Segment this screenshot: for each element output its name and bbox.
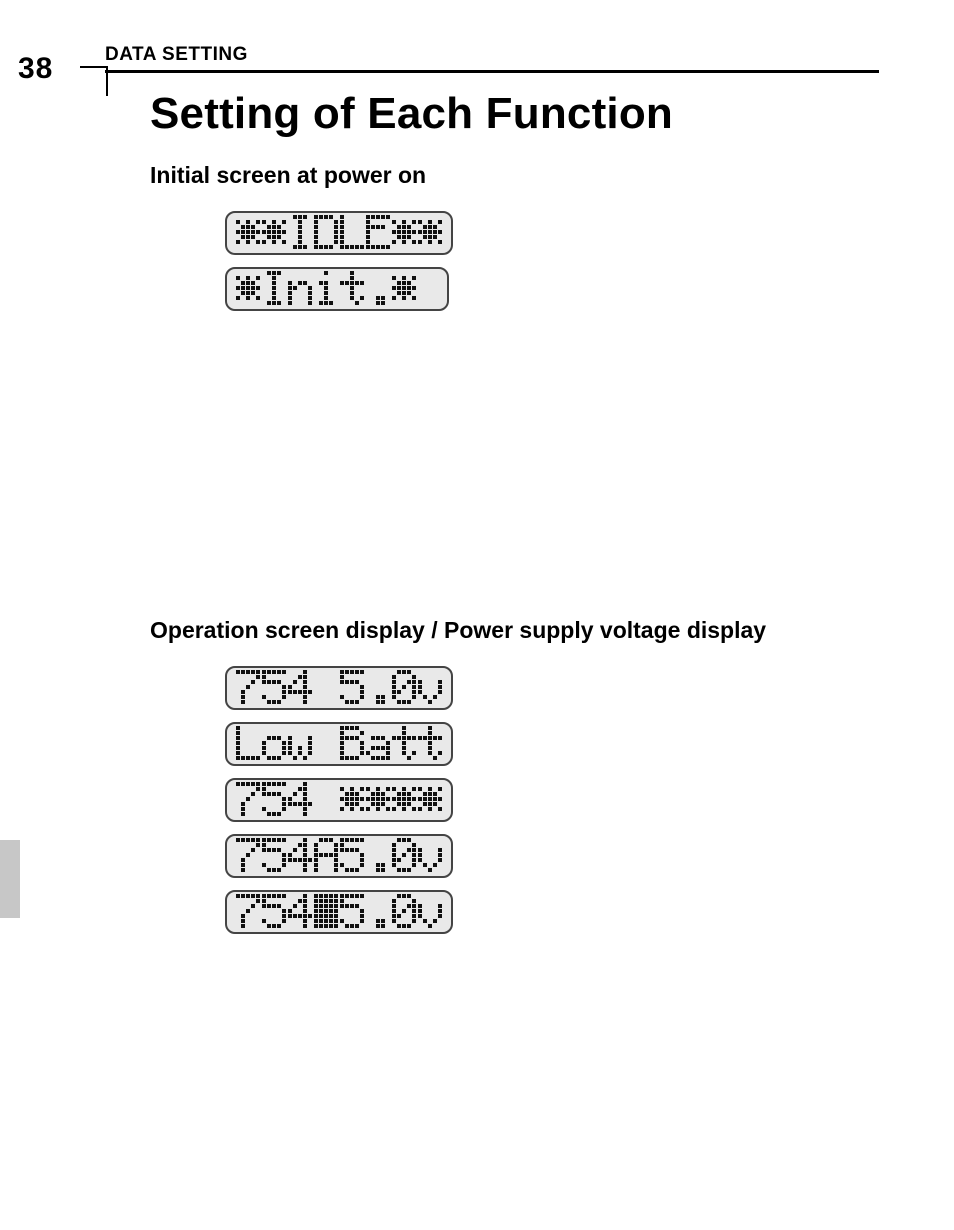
running-head: DATA SETTING: [105, 44, 879, 73]
lcd-display: [225, 211, 453, 255]
lcd-display: [225, 267, 449, 311]
lcd-display: [225, 890, 453, 934]
lcd-display: [225, 778, 453, 822]
lcd-display: [225, 722, 453, 766]
lcd-display: [225, 666, 453, 710]
lcd-group-operation: [225, 660, 879, 940]
lcd-display: [225, 834, 453, 878]
subhead-operation-screen: Operation screen display / Power supply …: [150, 617, 879, 644]
corner-tick: [80, 66, 108, 96]
page-number: 38: [18, 52, 53, 86]
section-label: DATA SETTING: [105, 44, 879, 66]
page-title: Setting of Each Function: [150, 90, 879, 138]
lcd-group-initial: [225, 205, 879, 317]
side-tab: [0, 840, 20, 918]
header-rule: [105, 70, 879, 73]
subhead-initial-screen: Initial screen at power on: [150, 162, 879, 189]
